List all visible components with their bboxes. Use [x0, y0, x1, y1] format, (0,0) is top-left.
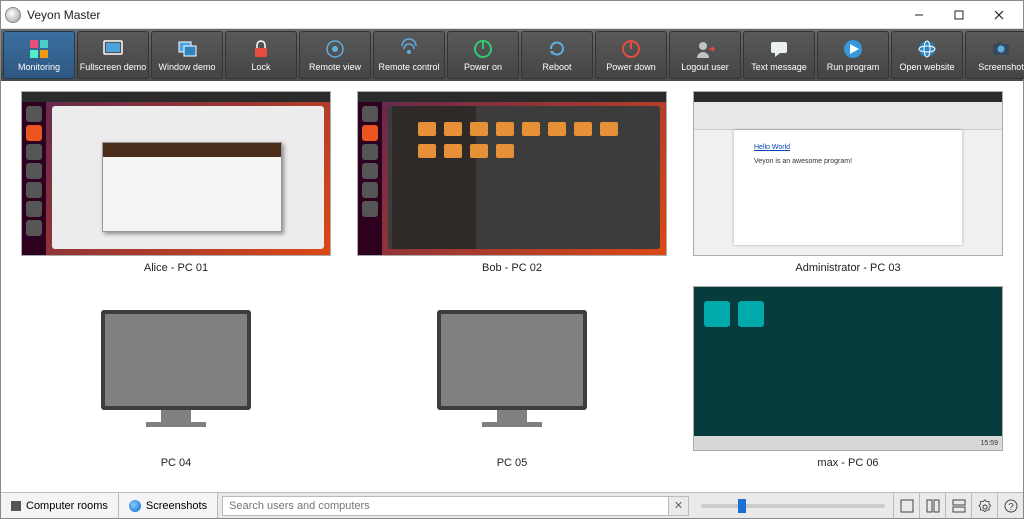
view-adjust-button[interactable] — [919, 493, 945, 518]
computer-cell[interactable]: PC 05 — [351, 286, 673, 469]
view-standard-button[interactable] — [893, 493, 919, 518]
zoom-slider[interactable] — [701, 504, 885, 508]
toolbar-lock-label: Lock — [251, 62, 270, 72]
tab-computer-rooms-label: Computer rooms — [26, 500, 108, 512]
screen-thumbnail: 15:59 — [693, 286, 1003, 451]
toolbar-text-message-label: Text message — [751, 62, 807, 72]
lock-icon — [250, 38, 272, 60]
clear-search-button[interactable]: ✕ — [669, 496, 689, 516]
fullscreen-demo-icon — [102, 38, 124, 60]
screenshots-icon — [129, 500, 141, 512]
computer-cell[interactable]: 15:59 max - PC 06 — [687, 286, 1009, 469]
about-button[interactable]: ? — [997, 493, 1023, 518]
computer-caption: Bob - PC 02 — [482, 262, 542, 274]
offline-monitor-icon — [21, 286, 331, 451]
toolbar-remote-control-label: Remote control — [378, 62, 439, 72]
computer-cell[interactable]: Alice - PC 01 — [15, 91, 337, 274]
toolbar-fullscreen-demo-label: Fullscreen demo — [80, 62, 147, 72]
toolbar-remote-view-label: Remote view — [309, 62, 361, 72]
toolbar-window-demo-label: Window demo — [158, 62, 215, 72]
toolbar-screenshot-button[interactable]: Screenshot — [965, 31, 1024, 79]
search-input[interactable] — [222, 496, 669, 516]
toolbar-power-on-button[interactable]: Power on — [447, 31, 519, 79]
toolbar-remote-control-button[interactable]: Remote control — [373, 31, 445, 79]
toolbar-monitoring-label: Monitoring — [18, 62, 60, 72]
computer-grid-area: Alice - PC 01 Bob - PC 02 Hello WorldVeyon… — [1, 81, 1023, 492]
run-program-icon — [842, 38, 864, 60]
svg-text:?: ? — [1008, 502, 1014, 513]
reboot-icon — [546, 38, 568, 60]
status-bar: Computer rooms Screenshots ✕ ? — [1, 492, 1023, 518]
computer-caption: PC 04 — [161, 457, 192, 469]
computer-cell[interactable]: Bob - PC 02 — [351, 91, 673, 274]
power-down-icon — [620, 38, 642, 60]
toolbar-run-program-label: Run program — [827, 62, 880, 72]
toolbar-open-website-label: Open website — [899, 62, 954, 72]
toolbar-logout-user-button[interactable]: Logout user — [669, 31, 741, 79]
toolbar-run-program-button[interactable]: Run program — [817, 31, 889, 79]
titlebar: Veyon Master — [1, 1, 1023, 29]
toolbar-reboot-button[interactable]: Reboot — [521, 31, 593, 79]
view-fit-button[interactable] — [945, 493, 971, 518]
maximize-button[interactable] — [939, 2, 979, 28]
computer-cell[interactable]: Hello WorldVeyon is an awesome program! A… — [687, 91, 1009, 274]
toolbar-screenshot-label: Screenshot — [978, 62, 1024, 72]
offline-monitor-icon — [357, 286, 667, 451]
remote-control-icon — [398, 38, 420, 60]
toolbar-power-on-label: Power on — [464, 62, 502, 72]
toolbar-monitoring-button[interactable]: Monitoring — [3, 31, 75, 79]
toolbar-window-demo-button[interactable]: Window demo — [151, 31, 223, 79]
monitoring-icon — [28, 38, 50, 60]
computer-caption: max - PC 06 — [817, 457, 878, 469]
computer-caption: Alice - PC 01 — [144, 262, 208, 274]
rooms-icon — [11, 501, 21, 511]
open-website-icon — [916, 38, 938, 60]
logout-user-icon — [694, 38, 716, 60]
settings-button[interactable] — [971, 493, 997, 518]
main-toolbar: Monitoring Fullscreen demo Window demo Lock… — [1, 29, 1023, 81]
screen-thumbnail — [21, 91, 331, 256]
minimize-button[interactable] — [899, 2, 939, 28]
screen-thumbnail: Hello WorldVeyon is an awesome program! — [693, 91, 1003, 256]
power-on-icon — [472, 38, 494, 60]
toolbar-power-down-button[interactable]: Power down — [595, 31, 667, 79]
computer-caption: Administrator - PC 03 — [795, 262, 900, 274]
toolbar-remote-view-button[interactable]: Remote view — [299, 31, 371, 79]
toolbar-logout-user-label: Logout user — [681, 62, 729, 72]
screen-thumbnail — [357, 91, 667, 256]
tab-computer-rooms[interactable]: Computer rooms — [1, 493, 119, 518]
toolbar-fullscreen-demo-button[interactable]: Fullscreen demo — [77, 31, 149, 79]
close-button[interactable] — [979, 2, 1019, 28]
tab-screenshots-label: Screenshots — [146, 500, 207, 512]
toolbar-reboot-label: Reboot — [542, 62, 571, 72]
text-message-icon — [768, 38, 790, 60]
toolbar-power-down-label: Power down — [606, 62, 656, 72]
window-title: Veyon Master — [27, 8, 899, 22]
zoom-slider-area — [693, 493, 893, 518]
remote-view-icon — [324, 38, 346, 60]
screenshot-icon — [990, 38, 1012, 60]
app-icon — [5, 7, 21, 23]
computer-caption: PC 05 — [497, 457, 528, 469]
window-demo-icon — [176, 38, 198, 60]
tab-screenshots[interactable]: Screenshots — [119, 493, 218, 518]
toolbar-lock-button[interactable]: Lock — [225, 31, 297, 79]
toolbar-text-message-button[interactable]: Text message — [743, 31, 815, 79]
toolbar-open-website-button[interactable]: Open website — [891, 31, 963, 79]
computer-cell[interactable]: PC 04 — [15, 286, 337, 469]
